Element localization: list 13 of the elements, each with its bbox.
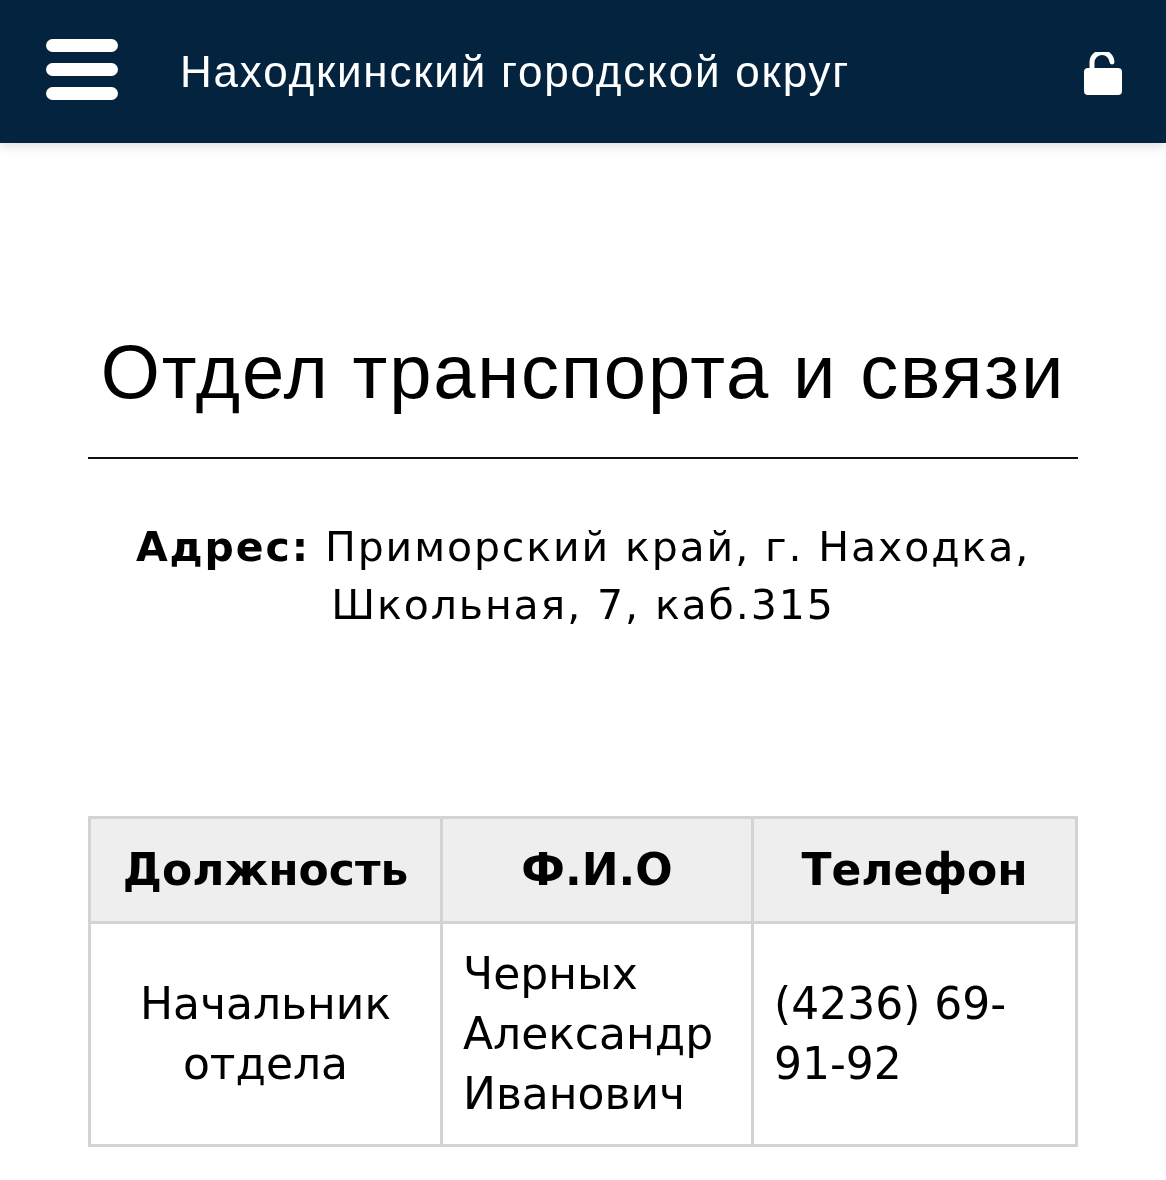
column-header: Телефон: [752, 817, 1077, 923]
site-title[interactable]: Находкинский городской округ: [180, 46, 851, 97]
column-header: Ф.И.О: [441, 817, 753, 923]
menu-icon: [46, 39, 118, 100]
table-cell: (4236) 69-91-92: [752, 922, 1077, 1146]
address-text: Адрес: Приморский край, г. Находка, Школьная, 7, каб.315: [134, 522, 1032, 631]
column-header: Должность: [89, 817, 442, 923]
table-cell: Черных Александр Иванович: [441, 922, 753, 1146]
table-cell: Начальник отдела: [89, 922, 442, 1146]
open-padlock-icon: [1084, 52, 1122, 95]
login-button[interactable]: [1084, 52, 1122, 95]
menu-button[interactable]: [46, 39, 118, 100]
page-title: Отдел транспорта и связи: [99, 329, 1067, 415]
